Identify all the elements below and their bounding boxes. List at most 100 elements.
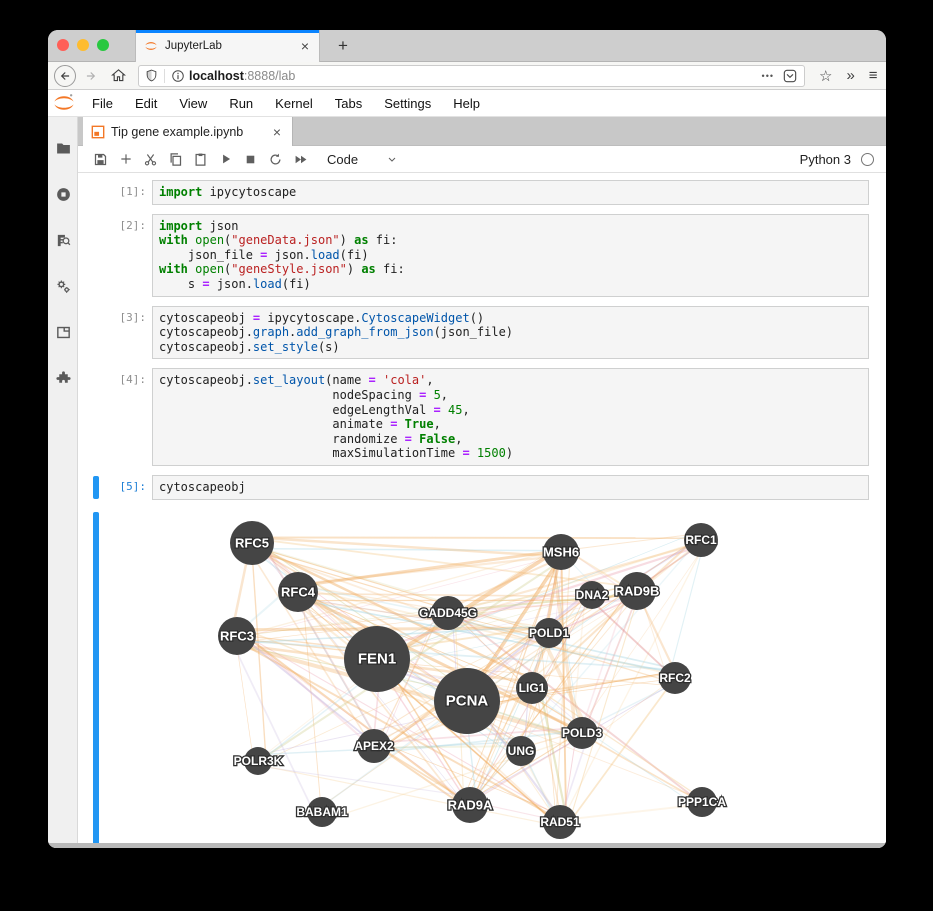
document-area: Tip gene example.ipynb ×	[78, 117, 886, 843]
app-menu-icon[interactable]: ≡	[869, 67, 878, 84]
gene-node-label: POLR3K	[234, 754, 283, 768]
gene-node-label: RAD51	[540, 815, 580, 829]
inspector-icon[interactable]	[48, 225, 78, 255]
cell-editor[interactable]: import json with open("geneData.json") a…	[152, 214, 869, 297]
close-window-button[interactable]	[57, 39, 69, 51]
forward-button[interactable]	[80, 69, 102, 83]
firefox-window: JupyterLab × +	[48, 30, 886, 848]
url-bar[interactable]: localhost:8888/lab •••	[138, 65, 805, 87]
gene-node-FEN1[interactable]: FEN1	[344, 626, 410, 692]
cell-prompt: [3]:	[78, 306, 152, 360]
urlbar-divider	[164, 69, 165, 83]
gene-node-RFC5[interactable]: RFC5	[230, 521, 274, 565]
menu-view[interactable]: View	[168, 90, 218, 117]
cell-editor[interactable]: cytoscapeobj	[152, 475, 869, 500]
copy-cells-button[interactable]	[163, 147, 188, 172]
cytoscape-widget-output[interactable]: RFC5MSH6RFC1RFC4DNA2RAD9BGADD45GRFC3POLD…	[152, 509, 869, 844]
menu-help[interactable]: Help	[442, 90, 491, 117]
gene-node-RAD51[interactable]: RAD51	[540, 805, 580, 839]
running-kernels-icon[interactable]	[48, 179, 78, 209]
paste-cells-button[interactable]	[188, 147, 213, 172]
run-all-button[interactable]	[288, 147, 313, 172]
stop-kernel-button[interactable]	[238, 147, 263, 172]
run-cell-button[interactable]	[213, 147, 238, 172]
cell-editor[interactable]: import ipycytoscape	[152, 180, 869, 205]
gene-node-RFC3[interactable]: RFC3	[218, 617, 256, 655]
cell-type-chevron-icon[interactable]	[386, 153, 398, 165]
gene-node-label: RFC5	[235, 535, 269, 550]
file-browser-icon[interactable]	[48, 133, 78, 163]
browser-tab-title: JupyterLab	[165, 40, 299, 52]
property-inspector-icon[interactable]	[48, 271, 78, 301]
gene-node-label: GADD45G	[419, 606, 477, 620]
restart-kernel-button[interactable]	[263, 147, 288, 172]
active-tab-indicator	[136, 30, 319, 33]
menu-edit[interactable]: Edit	[124, 90, 168, 117]
gene-node-label: MSH6	[543, 544, 579, 559]
menu-settings[interactable]: Settings	[373, 90, 442, 117]
gene-node-label: UNG	[508, 744, 535, 758]
gene-network-graph[interactable]: RFC5MSH6RFC1RFC4DNA2RAD9BGADD45GRFC3POLD…	[152, 509, 868, 844]
cell-editor[interactable]: cytoscapeobj = ipycytoscape.CytoscapeWid…	[152, 306, 869, 360]
cell-prompt: [5]:	[78, 475, 152, 500]
gene-node-label: POLD1	[529, 626, 569, 640]
back-arrow-icon	[58, 69, 72, 83]
kernel-indicator: Python 3	[800, 152, 886, 167]
zoom-window-button[interactable]	[97, 39, 109, 51]
notebook-tab-title: Tip gene example.ipynb	[111, 125, 270, 139]
gene-node-MSH6[interactable]: MSH6	[543, 534, 579, 570]
cell-editor[interactable]: cytoscapeobj.set_layout(name = 'cola', n…	[152, 368, 869, 466]
pocket-icon[interactable]	[782, 68, 798, 84]
gene-node-label: POLD3	[562, 726, 602, 740]
browser-tab-jupyterlab[interactable]: JupyterLab ×	[135, 30, 320, 62]
add-cell-button[interactable]	[113, 147, 138, 172]
output-collapser[interactable]	[93, 512, 99, 844]
browser-navbar: localhost:8888/lab ••• ☆ » ≡	[48, 62, 886, 90]
extension-manager-icon[interactable]	[48, 363, 78, 393]
kernel-status-icon[interactable]	[861, 153, 874, 166]
cell-collapser[interactable]	[93, 476, 99, 499]
gene-node-UNG[interactable]: UNG	[506, 736, 536, 766]
back-button[interactable]	[54, 65, 76, 87]
notebook-scroll-area[interactable]: [1]:import ipycytoscape [2]:import json w…	[78, 173, 886, 843]
cell-type-select[interactable]: Code	[327, 152, 358, 167]
document-tab-bar: Tip gene example.ipynb ×	[78, 117, 886, 146]
site-info-icon[interactable]	[171, 69, 185, 83]
gene-node-label: APEX2	[354, 739, 394, 753]
cell-prompt: [4]:	[78, 368, 152, 466]
cell-prompt: [1]:	[78, 180, 152, 205]
gene-node-BABAM1[interactable]: BABAM1	[296, 797, 348, 827]
menu-file[interactable]: File	[81, 90, 124, 117]
gene-node-RFC1[interactable]: RFC1	[684, 523, 718, 557]
code-cell-4: [4]:cytoscapeobj.set_layout(name = 'cola…	[78, 368, 869, 466]
cut-cells-button[interactable]	[138, 147, 163, 172]
code-cell-2: [2]:import json with open("geneData.json…	[78, 214, 869, 297]
gene-node-LIG1[interactable]: LIG1	[516, 672, 548, 704]
page-actions-icon[interactable]: •••	[762, 71, 774, 81]
gene-node-RFC2[interactable]: RFC2	[659, 662, 691, 694]
forward-arrow-icon	[84, 69, 98, 83]
menu-tabs[interactable]: Tabs	[324, 90, 373, 117]
browser-tab-close-icon[interactable]: ×	[299, 38, 311, 54]
minimize-window-button[interactable]	[77, 39, 89, 51]
toolbar-overflow-icon[interactable]: »	[846, 67, 854, 84]
menu-kernel[interactable]: Kernel	[264, 90, 324, 117]
bookmark-star-icon[interactable]: ☆	[819, 67, 832, 85]
gene-node-label: RAD9B	[615, 583, 660, 598]
home-button[interactable]	[106, 68, 130, 83]
gene-node-RFC4[interactable]: RFC4	[278, 572, 318, 612]
code-cell-5: [5]:cytoscapeobj	[78, 475, 869, 500]
notebook-tab[interactable]: Tip gene example.ipynb ×	[83, 117, 293, 146]
browser-tab-strip: JupyterLab × +	[48, 30, 886, 62]
kernel-name[interactable]: Python 3	[800, 152, 851, 167]
gene-node-label: RFC3	[220, 628, 254, 643]
save-button[interactable]	[88, 147, 113, 172]
menu-run[interactable]: Run	[218, 90, 264, 117]
gene-node-label: BABAM1	[296, 805, 348, 819]
open-tabs-icon[interactable]	[48, 317, 78, 347]
home-icon	[111, 68, 126, 83]
notebook-tab-close-icon[interactable]: ×	[270, 124, 284, 140]
gene-node-PCNA[interactable]: PCNA	[434, 668, 500, 734]
url-path: :8888/lab	[244, 69, 295, 83]
new-tab-button[interactable]: +	[330, 33, 356, 59]
